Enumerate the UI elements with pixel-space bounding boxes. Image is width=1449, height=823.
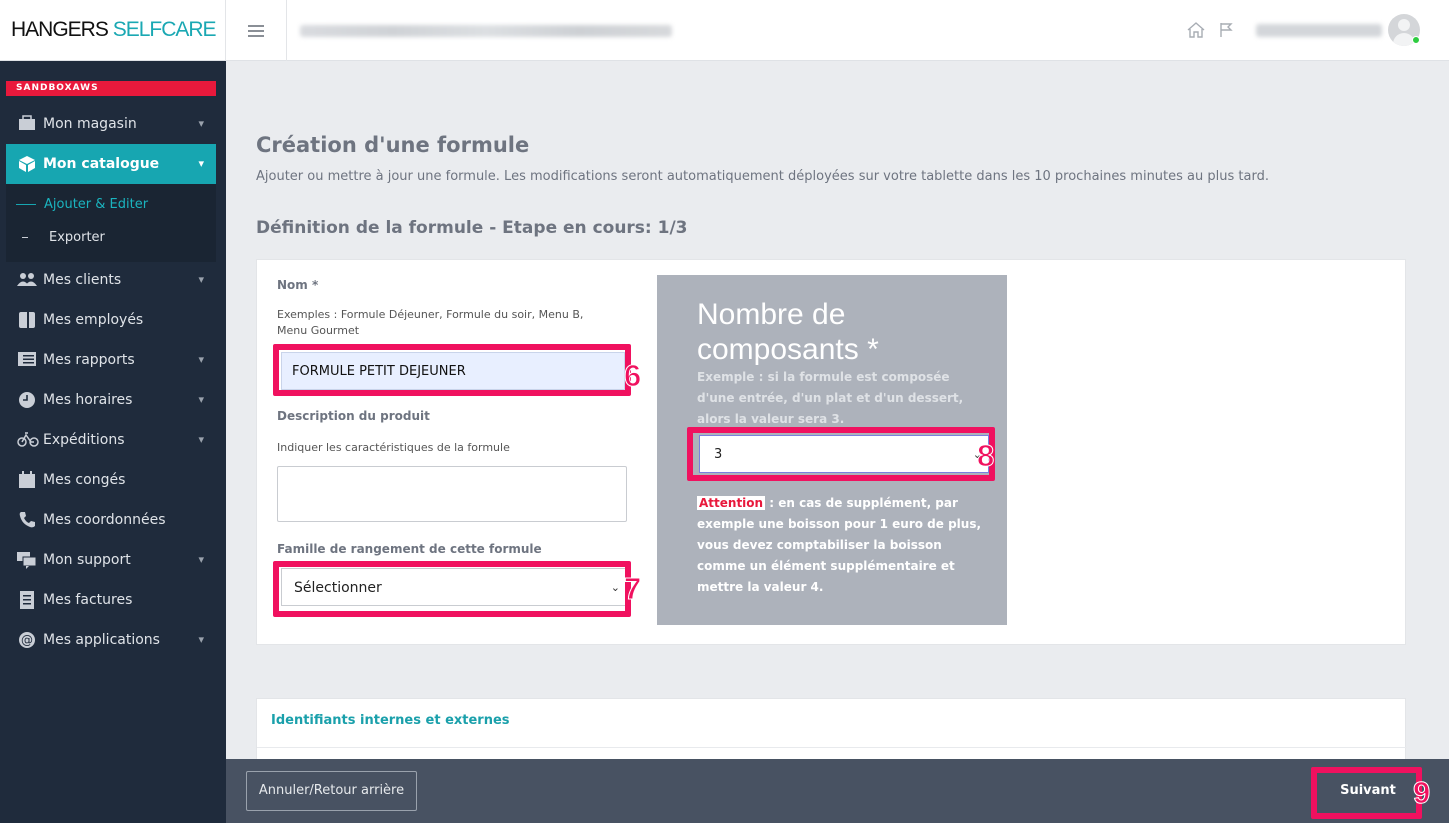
chevron-down-icon: ▾ bbox=[198, 273, 204, 286]
chevron-down-icon: ▾ bbox=[198, 553, 204, 566]
description-help: Indiquer les caractéristiques de la form… bbox=[277, 441, 510, 454]
logo-area: HANGERS SELFCARE bbox=[0, 0, 226, 61]
identifiers-card-title[interactable]: Identifiants internes et externes bbox=[271, 713, 510, 728]
family-select[interactable]: Sélectionner ⌄ bbox=[281, 568, 627, 606]
top-bar: HANGERS SELFCARE bbox=[0, 0, 1449, 61]
submenu-item-exporter[interactable]: Exporter bbox=[16, 230, 105, 245]
online-status-dot bbox=[1412, 36, 1420, 44]
blurred-breadcrumb bbox=[300, 25, 672, 37]
annotation-number-6: 6 bbox=[623, 358, 642, 393]
name-label: Nom * bbox=[277, 278, 319, 292]
chevron-down-icon: ▾ bbox=[198, 633, 204, 646]
back-button[interactable]: Annuler/Retour arrière bbox=[246, 771, 417, 811]
chevron-down-icon: ▾ bbox=[198, 393, 204, 406]
sidebar-item-expeditions[interactable]: Expéditions ▾ bbox=[6, 420, 216, 460]
flag-icon[interactable] bbox=[1216, 20, 1236, 40]
cube-icon bbox=[17, 155, 37, 173]
components-count-select[interactable]: 3 ⌄ bbox=[699, 435, 989, 473]
sidebar-item-mes-rapports[interactable]: Mes rapports ▾ bbox=[6, 340, 216, 380]
sidebar-item-mes-clients[interactable]: Mes clients ▾ bbox=[6, 260, 216, 300]
identifiers-card: Identifiants internes et externes bbox=[256, 698, 1407, 768]
description-textarea[interactable] bbox=[277, 466, 627, 522]
chevron-down-icon: ⌄ bbox=[610, 581, 620, 594]
attention-tag: Attention bbox=[697, 496, 766, 510]
annotation-number-7: 7 bbox=[623, 571, 642, 606]
formula-definition-card: Nom * Exemples : Formule Déjeuner, Formu… bbox=[256, 259, 1406, 645]
chevron-down-icon: ▾ bbox=[198, 157, 204, 170]
chevron-down-icon: ▾ bbox=[198, 433, 204, 446]
components-panel: Nombre de composants * Exemple : si la f… bbox=[657, 275, 1007, 625]
catalogue-submenu: Ajouter & Editer Exporter bbox=[6, 184, 216, 262]
components-title: Nombre de composants * bbox=[697, 298, 879, 366]
annotation-number-9: 9 bbox=[1412, 775, 1431, 810]
badge-icon bbox=[17, 311, 37, 329]
sidebar-item-mon-catalogue[interactable]: Mon catalogue ▾ bbox=[6, 144, 216, 184]
blurred-username bbox=[1256, 24, 1382, 37]
sidebar-item-mes-coordonnees[interactable]: Mes coordonnées bbox=[6, 500, 216, 540]
at-icon: @ bbox=[17, 631, 37, 649]
annotation-number-8: 8 bbox=[976, 438, 995, 473]
users-icon bbox=[17, 271, 37, 289]
environment-tag: SANDBOXAWS bbox=[6, 81, 216, 96]
invoice-icon bbox=[17, 591, 37, 609]
chevron-down-icon: ▾ bbox=[198, 353, 204, 366]
home-icon[interactable] bbox=[1186, 20, 1206, 40]
sidebar-item-mes-horaires[interactable]: Mes horaires ▾ bbox=[6, 380, 216, 420]
menu-toggle[interactable] bbox=[226, 0, 287, 61]
submenu-item-ajouter-editer[interactable]: Ajouter & Editer bbox=[16, 197, 148, 212]
page-title: Création d'une formule bbox=[256, 133, 530, 157]
chat-icon bbox=[17, 551, 37, 569]
sidebar-item-mes-applications[interactable]: @ Mes applications ▾ bbox=[6, 620, 216, 660]
page-subtitle: Ajouter ou mettre à jour une formule. Le… bbox=[256, 169, 1269, 184]
attention-note: Attention : en cas de supplément, par ex… bbox=[697, 496, 982, 594]
main-content: Création d'une formule Ajouter ou mettre… bbox=[226, 61, 1449, 768]
list-icon bbox=[17, 351, 37, 369]
sidebar-item-mes-factures[interactable]: Mes factures bbox=[6, 580, 216, 620]
bicycle-icon bbox=[17, 431, 39, 449]
sidebar: SANDBOXAWS Mon magasin ▾ Mon catalogue ▾… bbox=[0, 61, 226, 823]
section-title: Définition de la formule - Etape en cour… bbox=[256, 218, 688, 238]
name-input[interactable]: FORMULE PETIT DEJEUNER bbox=[281, 352, 625, 390]
next-button[interactable]: Suivant bbox=[1318, 773, 1418, 809]
name-help: Exemples : Formule Déjeuner, Formule du … bbox=[277, 308, 584, 337]
clock-icon bbox=[17, 391, 37, 409]
components-help: Exemple : si la formule est composée d'u… bbox=[697, 370, 964, 426]
description-label: Description du produit bbox=[277, 409, 430, 423]
sidebar-item-mes-employes[interactable]: Mes employés bbox=[6, 300, 216, 340]
sidebar-item-mon-support[interactable]: Mon support ▾ bbox=[6, 540, 216, 580]
family-label: Famille de rangement de cette formule bbox=[277, 542, 542, 556]
hamburger-icon bbox=[248, 25, 264, 37]
svg-text:@: @ bbox=[21, 633, 33, 647]
chevron-down-icon: ▾ bbox=[198, 117, 204, 130]
store-icon bbox=[17, 115, 37, 133]
phone-icon bbox=[17, 511, 37, 529]
logo[interactable]: HANGERS SELFCARE bbox=[11, 18, 217, 42]
sidebar-item-mon-magasin[interactable]: Mon magasin ▾ bbox=[6, 104, 216, 144]
sidebar-item-mes-conges[interactable]: Mes congés bbox=[6, 460, 216, 500]
bottom-action-bar: Annuler/Retour arrière Suivant bbox=[226, 759, 1449, 823]
calendar-icon bbox=[17, 471, 37, 489]
